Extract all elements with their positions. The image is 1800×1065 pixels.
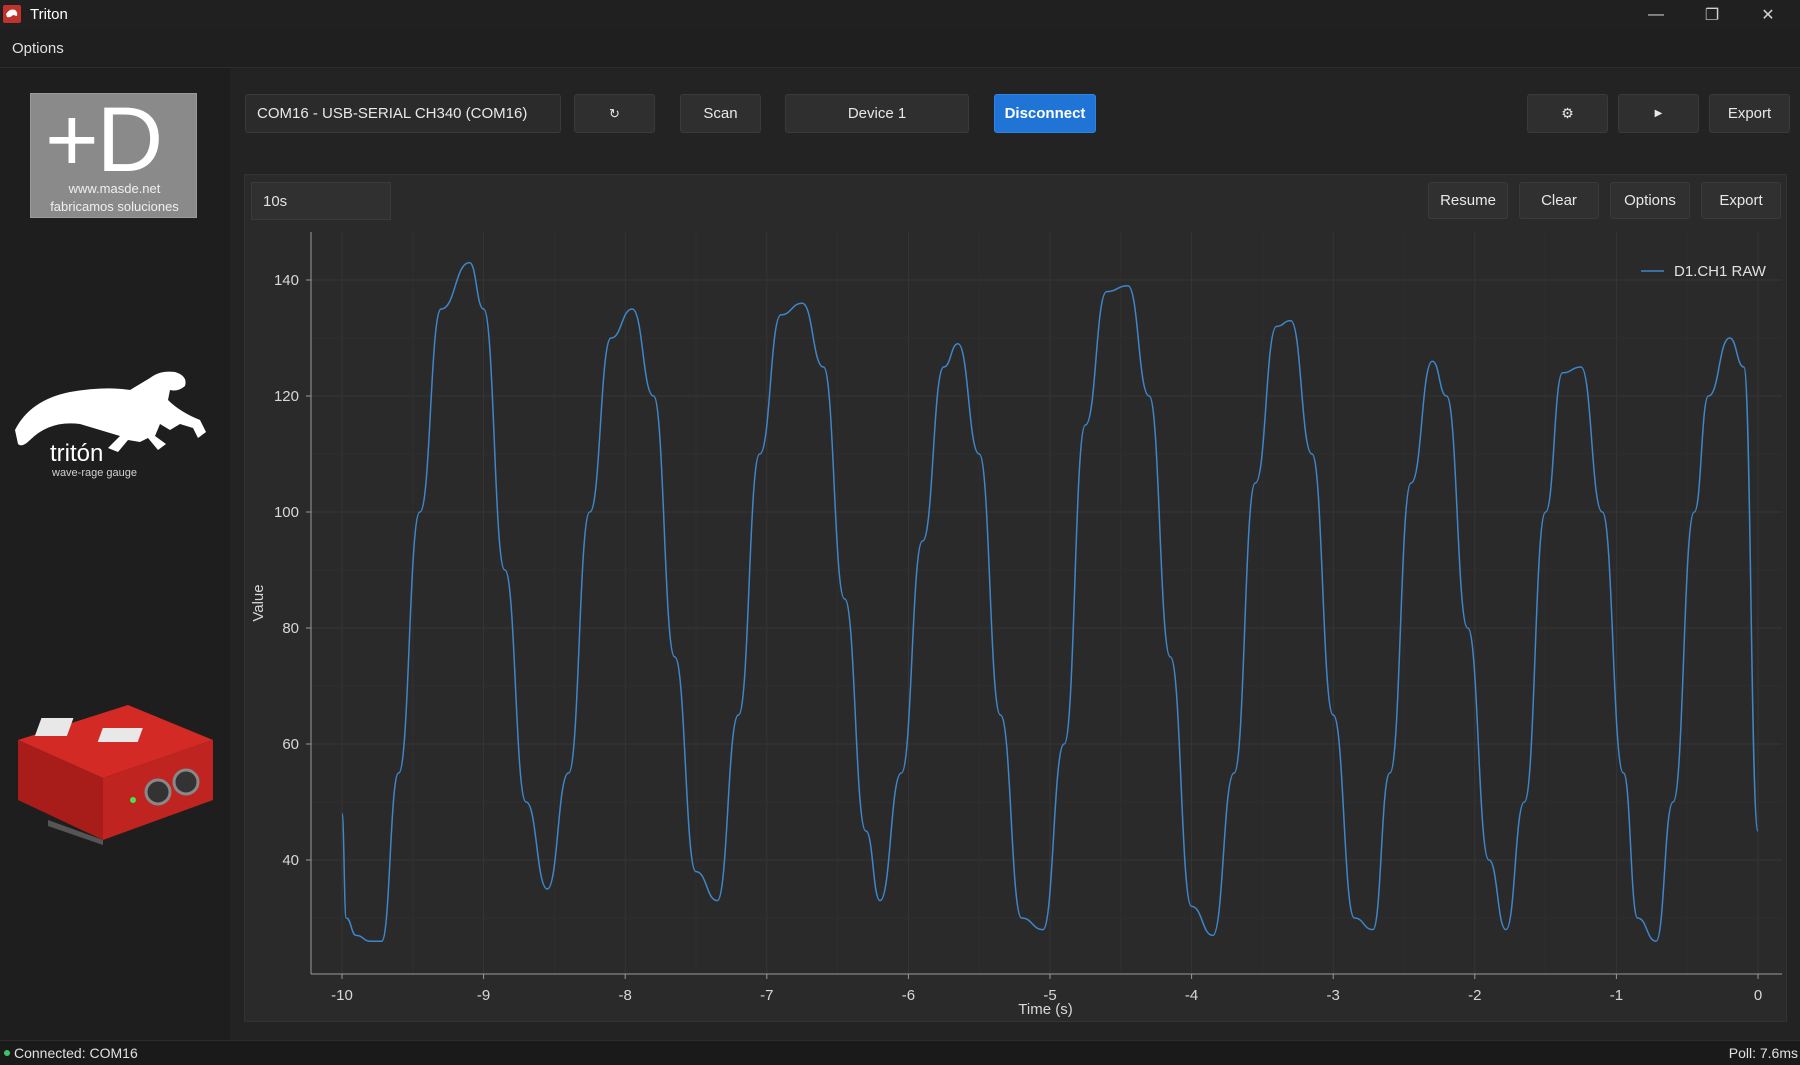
x-tick-label: -2 bbox=[1468, 987, 1481, 1004]
status-bar: Connected: COM16 Poll: 7.6ms bbox=[0, 1040, 1800, 1065]
poll-time: Poll: 7.6ms bbox=[1728, 1045, 1798, 1061]
legend-label: D1.CH1 RAW bbox=[1674, 263, 1767, 280]
x-tick-label: -3 bbox=[1327, 987, 1340, 1004]
y-tick-label: 40 bbox=[282, 852, 299, 869]
y-tick-label: 100 bbox=[274, 504, 299, 521]
connection-status: Connected: COM16 bbox=[14, 1045, 138, 1061]
x-axis-title: Time (s) bbox=[1018, 1001, 1072, 1018]
x-tick-label: -6 bbox=[902, 987, 915, 1004]
x-tick-label: -8 bbox=[619, 987, 632, 1004]
x-tick-label: 0 bbox=[1754, 987, 1762, 1004]
time-series-chart[interactable]: -10 -9 -8 -7 -6 -5 -4 -3 -2 -1 0406080100120140Tim… bbox=[0, 0, 1800, 1065]
y-tick-label: 80 bbox=[282, 620, 299, 637]
x-tick-label: -9 bbox=[477, 987, 490, 1004]
y-tick-label: 140 bbox=[274, 272, 299, 289]
connection-status-dot bbox=[4, 1050, 10, 1056]
x-tick-label: -1 bbox=[1610, 987, 1623, 1004]
y-axis-title: Value bbox=[250, 584, 267, 621]
x-tick-label: -4 bbox=[1185, 987, 1198, 1004]
x-tick-label: -10 bbox=[331, 987, 353, 1004]
x-tick-label: -7 bbox=[760, 987, 773, 1004]
y-tick-label: 120 bbox=[274, 388, 299, 405]
y-tick-label: 60 bbox=[282, 736, 299, 753]
